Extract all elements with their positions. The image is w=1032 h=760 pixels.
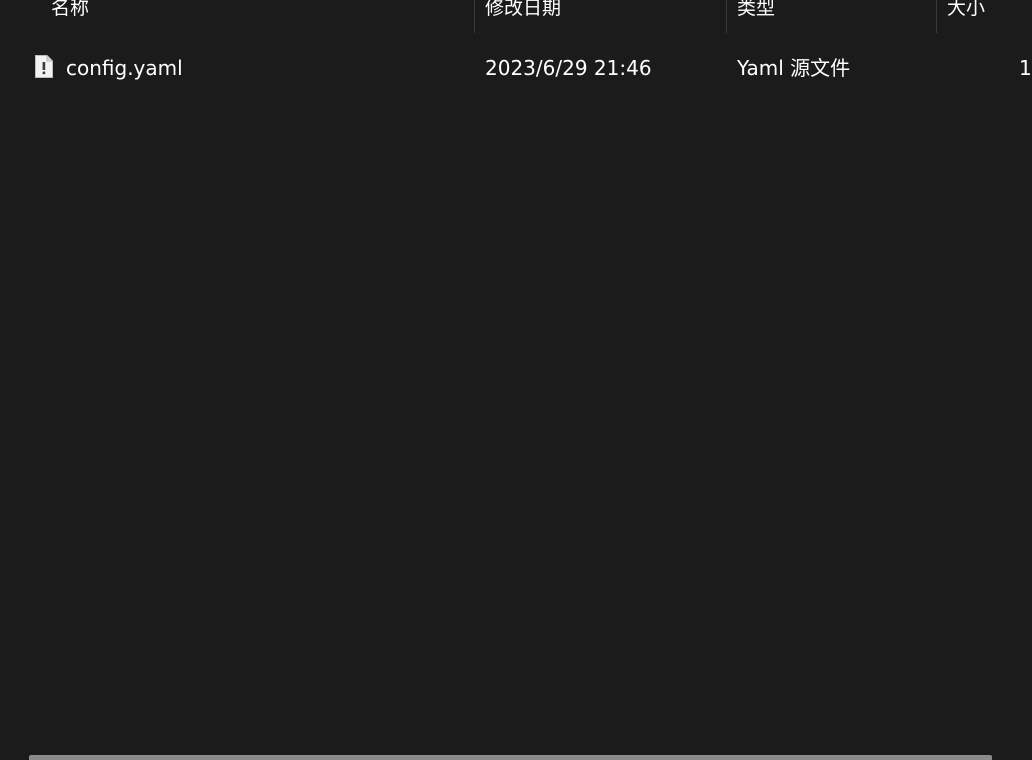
horizontal-scrollbar-thumb[interactable]	[29, 755, 992, 760]
file-row[interactable]: config.yaml 2023/6/29 21:46 Yaml 源文件 1	[0, 49, 1032, 89]
column-header-name[interactable]: 名称	[51, 0, 471, 33]
horizontal-scrollbar[interactable]	[0, 748, 1032, 760]
file-modified-date: 2023/6/29 21:46	[485, 56, 652, 80]
column-divider[interactable]	[936, 0, 937, 33]
file-explorer-list-view: 名称 修改日期 类型 大小 config.yaml 2023/6/29 21:4…	[0, 0, 1032, 760]
column-header-type-label: 类型	[737, 0, 776, 19]
column-header-date-modified[interactable]: 修改日期	[485, 0, 723, 33]
file-size: 1	[1019, 56, 1032, 80]
column-header-bar: 名称 修改日期 类型 大小	[0, 0, 1032, 33]
file-name: config.yaml	[66, 56, 183, 80]
column-header-size-label: 大小	[947, 0, 986, 19]
yaml-file-icon	[35, 55, 53, 78]
column-header-size[interactable]: 大小	[947, 0, 1032, 33]
file-type: Yaml 源文件	[737, 56, 851, 80]
column-divider[interactable]	[474, 0, 475, 33]
column-header-type[interactable]: 类型	[737, 0, 933, 33]
column-header-date-label: 修改日期	[485, 0, 562, 19]
column-header-name-label: 名称	[51, 0, 90, 19]
column-divider[interactable]	[726, 0, 727, 33]
